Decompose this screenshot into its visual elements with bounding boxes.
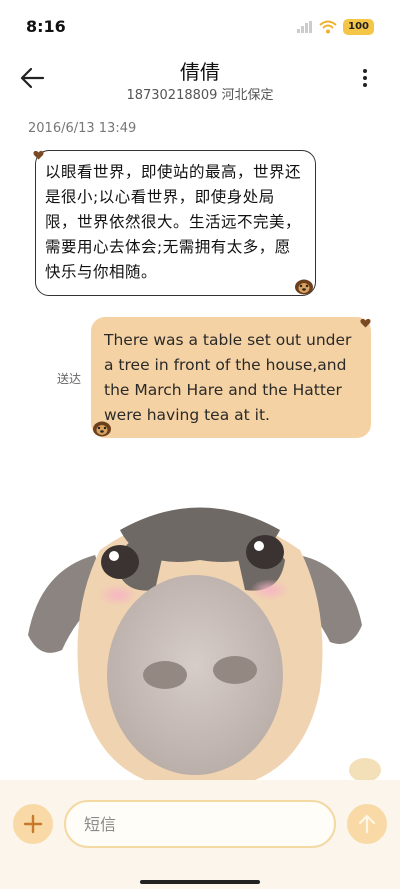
message-composer <box>0 780 400 889</box>
wifi-icon <box>319 20 337 34</box>
plus-icon <box>23 814 43 834</box>
arrow-up-icon <box>358 814 376 834</box>
status-time: 8:16 <box>26 17 66 36</box>
dog-sticker-icon <box>93 421 111 437</box>
status-icons: 100 <box>297 18 374 36</box>
message-timestamp: 2016/6/13 13:49 <box>28 121 137 136</box>
heart-icon <box>33 150 44 160</box>
dog-wallpaper-image <box>28 507 381 790</box>
add-attachment-button[interactable] <box>13 804 53 844</box>
contact-number-location: 18730218809 河北保定 <box>126 88 274 103</box>
contact-name: 倩倩 <box>180 60 220 84</box>
send-button[interactable] <box>347 804 387 844</box>
home-indicator[interactable] <box>140 880 260 884</box>
signal-icon <box>297 21 313 33</box>
dog-sticker-icon <box>295 279 313 295</box>
sms-input[interactable] <box>64 800 336 848</box>
more-vertical-icon <box>363 69 367 87</box>
battery-indicator: 100 <box>343 19 374 35</box>
heart-icon <box>360 318 371 328</box>
delivery-status: 送达 <box>57 372 82 386</box>
incoming-message-text: 以眼看世界，即使站的最高，世界还是很小;以心看世界，即使身处局限，世界依然很大。… <box>45 163 302 281</box>
more-options-button[interactable] <box>360 66 370 90</box>
outgoing-message-bubble[interactable]: There was a table set out under a tree i… <box>91 317 371 438</box>
conversation-header: 倩倩 18730218809 河北保定 <box>0 52 400 108</box>
status-bar: 8:16 100 <box>0 0 400 52</box>
incoming-message-bubble[interactable]: 以眼看世界，即使站的最高，世界还是很小;以心看世界，即使身处局限，世界依然很大。… <box>35 150 316 296</box>
outgoing-message-text: There was a table set out under a tree i… <box>104 331 352 424</box>
